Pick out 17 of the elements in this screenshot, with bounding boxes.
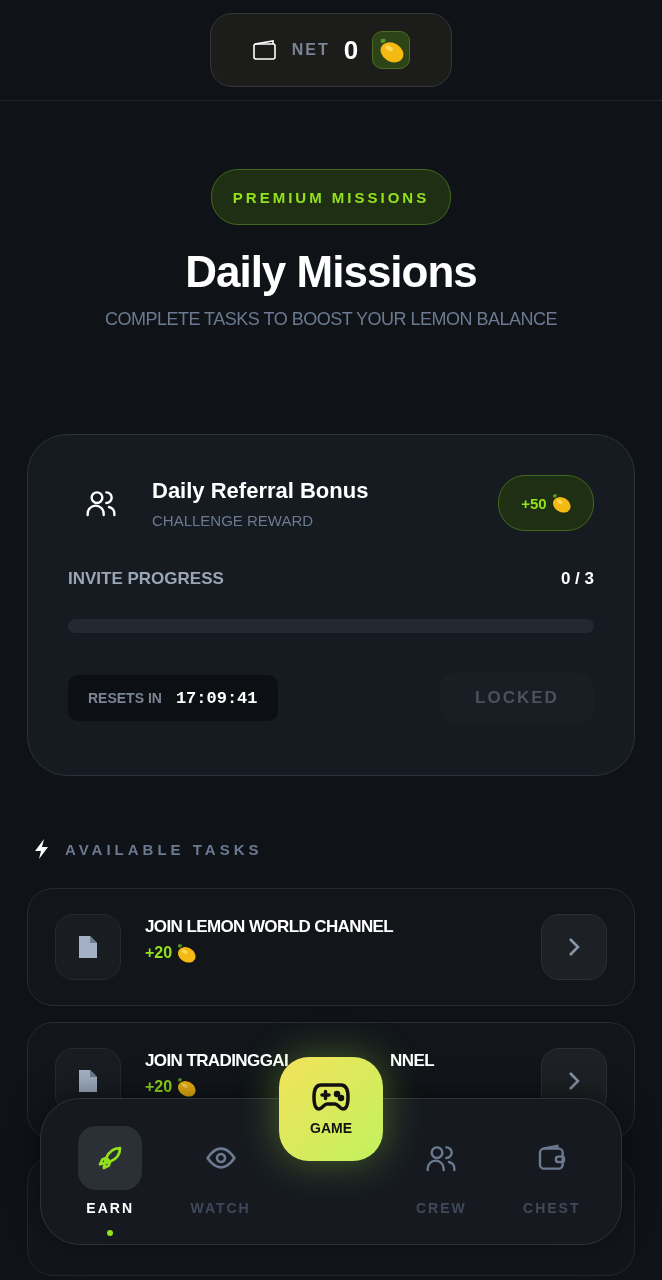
progress-label: INVITE PROGRESS	[68, 569, 224, 589]
reset-time: 17:09:41	[175, 688, 258, 708]
task-reward: +20	[145, 1078, 173, 1096]
task-title: JOIN LEMON WORLD CHANNEL	[145, 917, 394, 937]
progress-count: 0 / 3	[560, 569, 594, 589]
referral-title: Daily Referral Bonus	[152, 477, 369, 504]
reward-amount: +50	[521, 494, 547, 512]
balance-value: 0	[343, 34, 359, 66]
balance-label: NET	[291, 41, 330, 59]
referral-subtitle: CHALLENGE REWARD	[152, 511, 315, 529]
task-title: NNEL	[390, 1051, 434, 1071]
task-reward: +20	[145, 944, 173, 962]
premium-badge: PREMIUM MISSIONS	[210, 169, 452, 225]
section-title: AVAILABLE TASKS	[65, 840, 263, 858]
reset-label: RESETS IN	[88, 690, 162, 706]
page-subtitle: COMPLETE TASKS TO BOOST YOUR LEMON BALANCE	[104, 309, 558, 330]
page-title: Daily Missions	[185, 247, 477, 297]
